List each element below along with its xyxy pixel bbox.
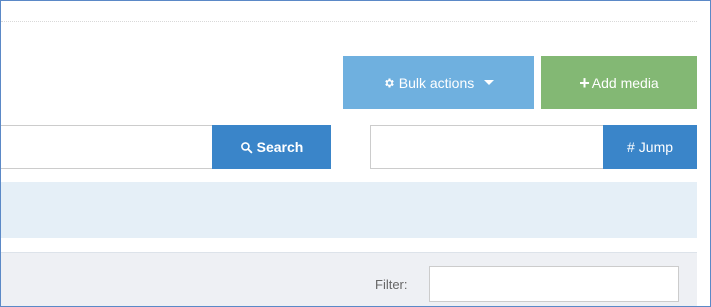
jump-button-label: Jump bbox=[638, 139, 674, 155]
gear-icon bbox=[383, 77, 395, 89]
filter-input[interactable] bbox=[429, 266, 679, 302]
info-band bbox=[1, 182, 697, 238]
filter-label: Filter: bbox=[375, 277, 408, 292]
search-input[interactable] bbox=[1, 125, 213, 169]
bulk-actions-label: Bulk actions bbox=[398, 74, 475, 91]
caret-down-icon bbox=[484, 80, 495, 85]
hash-icon: # bbox=[626, 139, 635, 155]
bulk-actions-button[interactable]: Bulk actions bbox=[343, 56, 534, 109]
add-media-button[interactable]: + Add media bbox=[541, 56, 697, 109]
search-button-label: Search bbox=[256, 139, 304, 155]
jump-button[interactable]: # Jump bbox=[603, 125, 697, 169]
plus-icon: + bbox=[579, 72, 590, 93]
add-media-label: Add media bbox=[591, 74, 659, 91]
screenshot-frame: Bulk actions + Add media Search # Jump F… bbox=[0, 0, 711, 307]
search-icon bbox=[240, 141, 253, 154]
search-button[interactable]: Search bbox=[212, 125, 331, 169]
jump-input[interactable] bbox=[370, 125, 604, 169]
top-divider bbox=[1, 21, 697, 22]
